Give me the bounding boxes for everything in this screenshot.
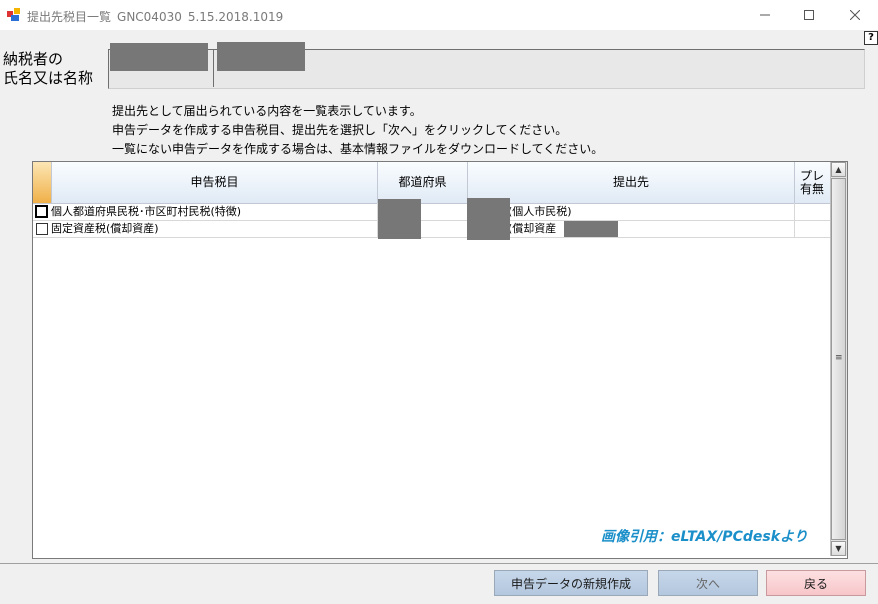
scroll-down-button[interactable]: ▼: [831, 541, 846, 556]
footer-divider: [0, 563, 878, 564]
redacted-destination-2: [564, 221, 618, 237]
close-icon: [850, 10, 860, 20]
header-prefecture[interactable]: 都道府県: [378, 162, 468, 203]
row-checkbox[interactable]: [35, 205, 48, 218]
destination-cell: (償却資産: [508, 222, 557, 235]
maximize-button[interactable]: [786, 0, 832, 30]
window-title-text: 提出先税目一覧: [27, 10, 112, 24]
table-row[interactable]: 個人都道府県民税･市区町村民税(特徴) (個人市民税): [33, 204, 830, 221]
destination-grid[interactable]: 申告税目 都道府県 提出先 プレ 有無 個人都道府県民税･市区町村民税(特徴) …: [32, 161, 848, 559]
tax-item-cell: 個人都道府県民税･市区町村民税(特徴): [51, 205, 242, 218]
screen-code: GNC04030: [117, 10, 182, 24]
name-divider: [213, 49, 214, 87]
scroll-grip-icon: ≡: [835, 353, 843, 363]
instruction-line-1: 提出先として届出られている内容を一覧表示しています。: [112, 104, 422, 118]
header-preprint[interactable]: プレ 有無: [795, 162, 829, 203]
taxpayer-label-line1: 納税者の: [3, 50, 64, 68]
redacted-name-2: [217, 42, 305, 71]
row-checkbox[interactable]: [36, 223, 48, 235]
redacted-prefecture: [378, 199, 421, 239]
create-new-button[interactable]: 申告データの新規作成: [494, 570, 648, 596]
grid-header: 申告税目 都道府県 提出先 プレ 有無: [33, 162, 830, 204]
header-preprint-line1: プレ: [799, 168, 824, 183]
taxpayer-label: 納税者の 氏名又は名称: [3, 50, 103, 88]
help-icon[interactable]: ?: [864, 31, 878, 45]
instruction-line-2: 申告データを作成する申告税目、提出先を選択し「次へ」をクリックしてください。: [112, 123, 568, 137]
minimize-button[interactable]: [742, 0, 788, 30]
redacted-name-1: [110, 43, 208, 71]
instruction-line-3: 一覧にない申告データを作成する場合は、基本情報ファイルをダウンロードしてください…: [112, 142, 604, 156]
app-version: 5.15.2018.1019: [187, 10, 284, 24]
table-row[interactable]: 固定資産税(償却資産) (償却資産: [33, 221, 830, 238]
redacted-destination-1: [467, 198, 510, 240]
close-button[interactable]: [832, 0, 878, 30]
scroll-up-button[interactable]: ▲: [831, 162, 846, 177]
scroll-thumb[interactable]: ≡: [831, 178, 846, 540]
select-all-header[interactable]: [33, 162, 52, 203]
column-divider: [794, 203, 795, 237]
tax-item-cell: 固定資産税(償却資産): [51, 222, 159, 235]
header-preprint-line2: 有無: [799, 181, 824, 196]
taxpayer-label-line2: 氏名又は名称: [3, 69, 94, 87]
header-tax-item[interactable]: 申告税目: [52, 162, 378, 203]
app-icon: [7, 8, 20, 21]
watermark: 画像引用：eLTAX/PCdeskより: [597, 527, 812, 547]
maximize-icon: [804, 10, 814, 20]
minimize-icon: [760, 14, 770, 16]
header-destination[interactable]: 提出先: [468, 162, 795, 203]
vertical-scrollbar[interactable]: ▲ ≡ ▼: [830, 162, 847, 556]
next-button[interactable]: 次へ: [658, 570, 758, 596]
title-bar: 提出先税目一覧 GNC04030 5.15.2018.1019: [0, 0, 878, 30]
back-button[interactable]: 戻る: [766, 570, 866, 596]
window-title: 提出先税目一覧 GNC04030 5.15.2018.1019: [27, 8, 283, 25]
destination-cell: (個人市民税): [508, 205, 572, 218]
instructions: 提出先として届出られている内容を一覧表示しています。 申告データを作成する申告税…: [112, 102, 603, 159]
